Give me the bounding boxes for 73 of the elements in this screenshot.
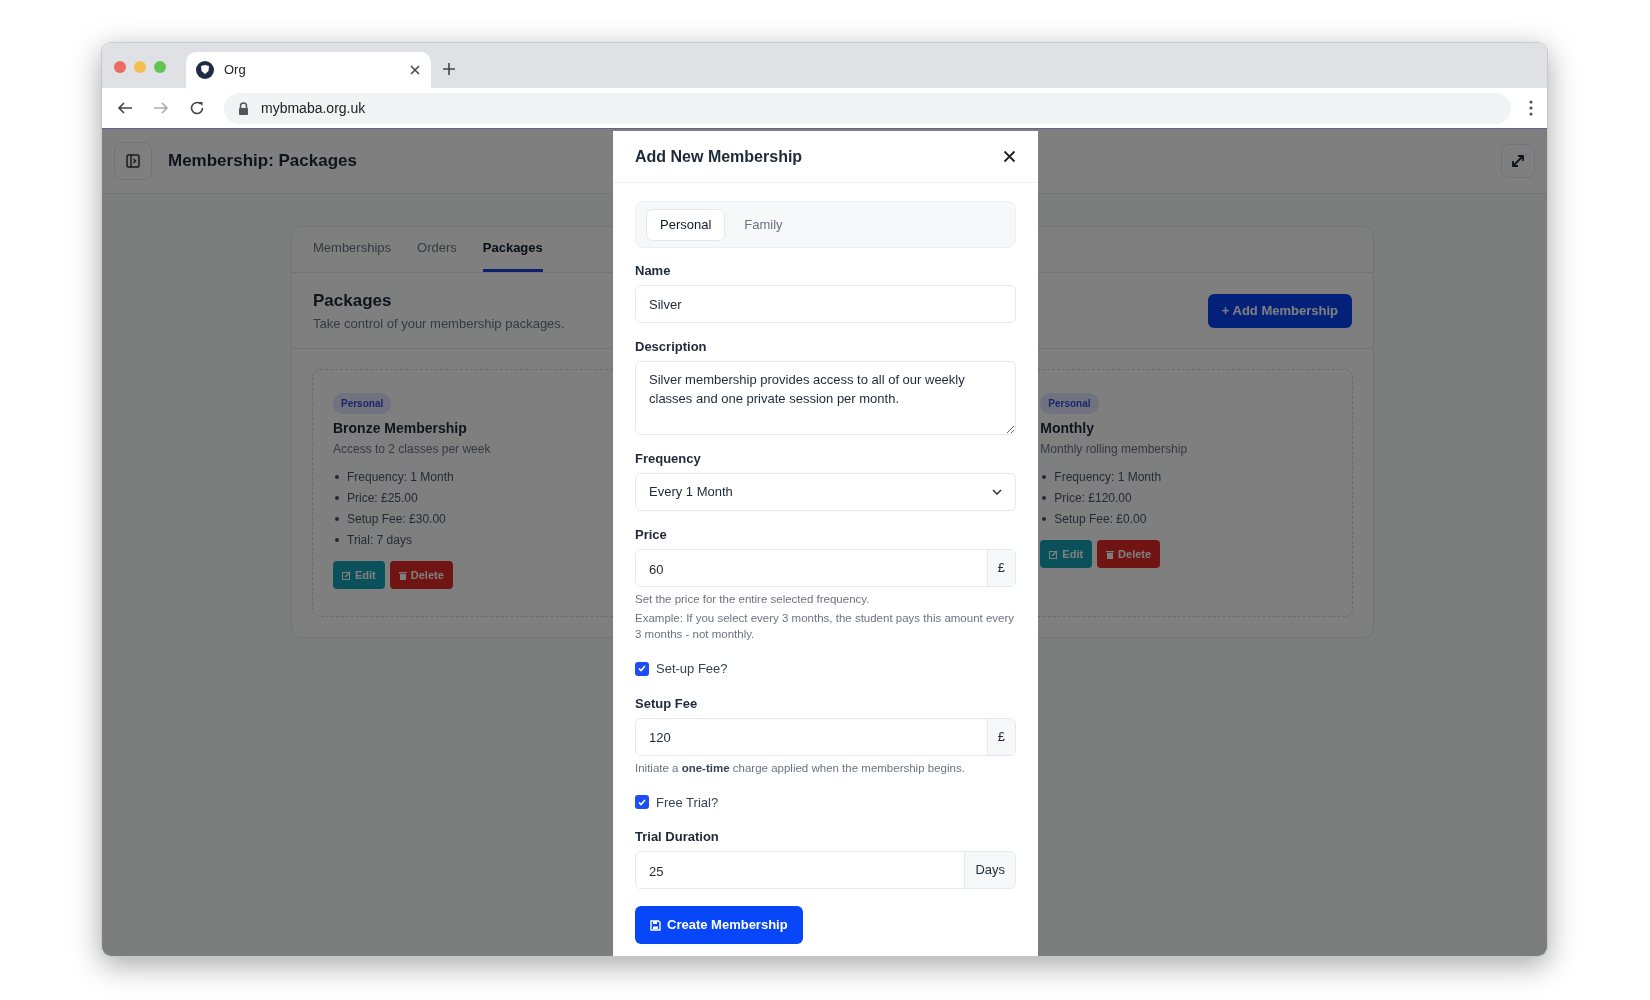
page-title: Membership: Packages: [168, 150, 357, 173]
sidebar-toggle-button[interactable]: [114, 142, 152, 180]
package-detail: Price: £25.00: [347, 490, 418, 507]
shield-icon: [196, 61, 214, 79]
unit-addon: £: [986, 718, 1015, 755]
package-description: Monthly rolling membership: [1040, 441, 1189, 458]
url-text: mybmaba.org.uk: [261, 98, 366, 118]
bullet-icon: [1042, 517, 1047, 521]
field-label: Description: [635, 338, 708, 355]
package-detail: Frequency: 1 Month: [1054, 469, 1162, 486]
address-bar[interactable]: mybmaba.org.uk: [224, 92, 1511, 124]
package-detail: Setup Fee: £30.00: [347, 511, 446, 528]
reload-icon[interactable]: [188, 99, 206, 117]
trash-icon: [398, 570, 407, 580]
close-icon[interactable]: [409, 64, 421, 76]
field-label: Setup Fee: [635, 694, 699, 712]
type-tab[interactable]: Personal: [646, 208, 726, 241]
checkmark-icon: [638, 665, 646, 673]
section-title: Packages: [313, 289, 393, 312]
package-detail: Trial: 7 days: [347, 532, 412, 549]
lock-icon: [238, 101, 249, 115]
type-tab[interactable]: Family: [731, 208, 796, 241]
name-field[interactable]: Silver: [635, 285, 1016, 323]
checkmark-icon: [638, 798, 646, 806]
bullet-icon: [335, 517, 339, 521]
nav-tab[interactable]: Packages: [482, 237, 543, 272]
field-label: Price: [635, 526, 668, 543]
type-badge: Personal: [333, 393, 392, 414]
help-text: Example: If you select every 3 months, the student pays this amount every 3 months - not monthly.: [635, 611, 1016, 642]
checkbox[interactable]: [635, 661, 649, 676]
tab-title: Org: [224, 61, 246, 80]
unit-addon: £: [986, 550, 1015, 586]
bullet-icon: [335, 475, 339, 479]
package-detail: Frequency: 1 Month: [347, 469, 454, 486]
checkbox[interactable]: [635, 795, 649, 810]
package-description: Access to 2 classes per week: [333, 441, 492, 458]
close-icon[interactable]: [1003, 150, 1016, 163]
edit-icon: [1049, 549, 1059, 559]
plus-icon[interactable]: [441, 60, 457, 77]
unit-addon: Days: [964, 852, 1015, 888]
section-subtitle: Take control of your membership packages.: [313, 315, 565, 333]
field-label: Frequency: [635, 450, 702, 467]
fullscreen-button[interactable]: [1501, 144, 1535, 178]
type-badge: Personal: [1040, 393, 1099, 414]
trash-icon: [1106, 549, 1115, 559]
sidebar-icon: [126, 154, 140, 168]
frequency-select[interactable]: Every 1 Month: [635, 473, 1016, 511]
menu-icon[interactable]: [1529, 100, 1533, 116]
modal-title: Add New Membership: [635, 146, 803, 167]
help-text: Initiate a one-time charge applied when the membership begins.: [635, 760, 966, 776]
package-detail: Setup Fee: £0.00: [1054, 511, 1147, 528]
create-membership-button[interactable]: Create Membership: [635, 906, 803, 944]
package-title: Monthly: [1040, 419, 1095, 438]
bullet-icon: [335, 538, 339, 542]
bullet-icon: [335, 496, 339, 500]
browser-tab[interactable]: Org: [186, 52, 431, 88]
checkbox-label: Free Trial?: [656, 793, 719, 812]
field-label: Trial Duration: [635, 828, 720, 845]
save-icon: [650, 919, 661, 931]
edit-icon: [342, 570, 351, 580]
input-group[interactable]: 120 £: [635, 717, 1016, 756]
expand-icon: [1511, 154, 1525, 168]
chevron-down-icon: [992, 489, 1002, 495]
input-group[interactable]: 60 £: [635, 549, 1016, 587]
input-group[interactable]: 25 Days: [635, 851, 1016, 889]
package-detail: Price: £120.00: [1054, 490, 1132, 507]
bullet-icon: [1042, 475, 1047, 479]
field-label: Name: [635, 262, 672, 279]
help-text: Set the price for the entire selected frequency.: [635, 592, 871, 607]
bullet-icon: [1042, 496, 1047, 500]
checkbox-label: Set-up Fee?: [656, 660, 728, 678]
package-title: Bronze Membership: [333, 419, 468, 438]
description-field[interactable]: Silver membership provides access to all of our weekly classes and one private session per month.: [635, 361, 1016, 435]
